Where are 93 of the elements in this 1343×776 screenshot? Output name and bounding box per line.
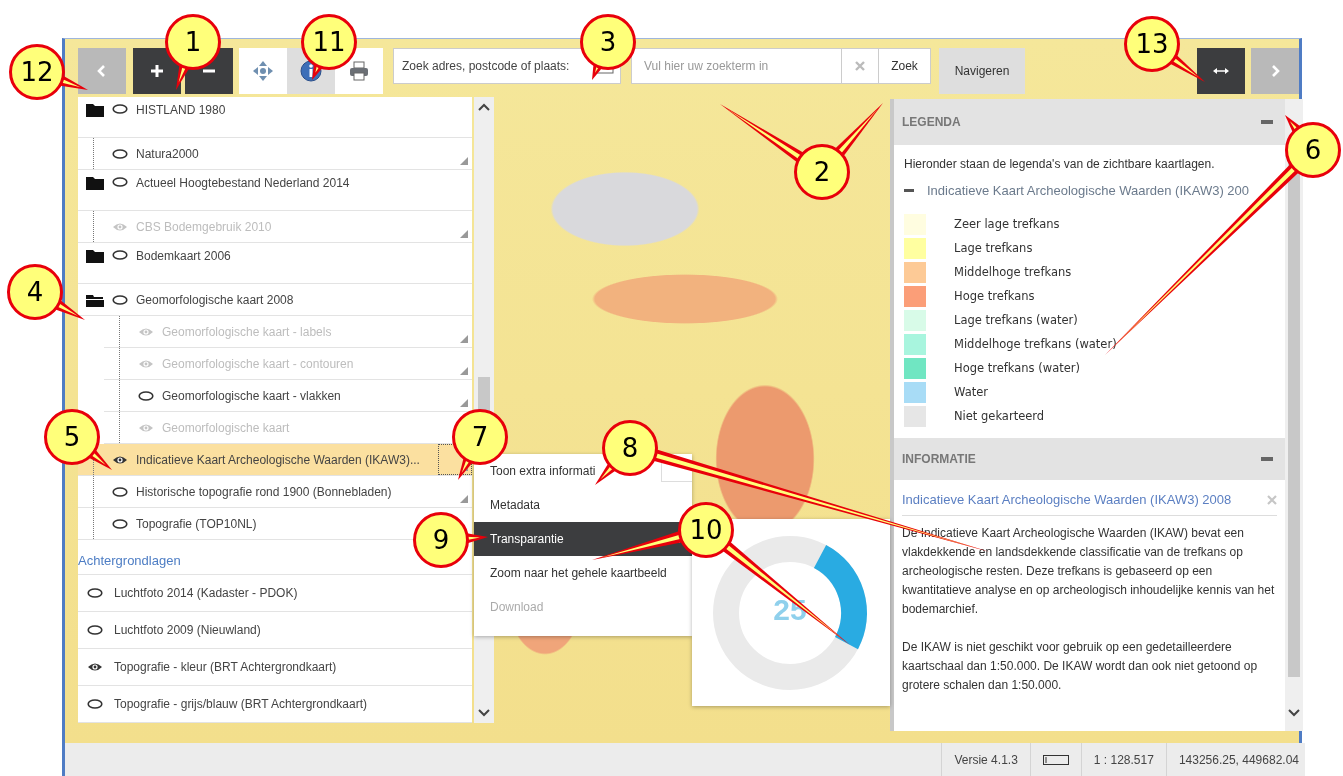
folder-icon[interactable] xyxy=(86,176,104,190)
layer-group-row[interactable]: HISTLAND 1980 xyxy=(78,97,472,138)
callout-tooltip: 5 xyxy=(44,409,100,465)
layer-name: Topografie (TOP10NL) xyxy=(136,516,257,531)
layer-row[interactable]: Indicatieve Kaart Archeologische Waarden (IKAW3)... xyxy=(78,444,472,476)
eye-outline-icon[interactable] xyxy=(112,485,128,498)
layer-name: Geomorfologische kaart - contouren xyxy=(162,356,354,371)
folder-icon[interactable] xyxy=(86,103,104,117)
legend-label: Middelhoge trefkans (water) xyxy=(954,337,1117,351)
chevron-up-icon[interactable] xyxy=(478,103,490,111)
legend-label: Lage trefkans (water) xyxy=(954,313,1078,327)
background-layer-row[interactable]: Topografie - kleur (BRT Achtergrondkaart) xyxy=(78,649,472,686)
chevron-down-icon[interactable] xyxy=(1288,709,1300,717)
layer-row[interactable]: Geomorfologische kaart - vlakken xyxy=(104,380,472,412)
callout-tooltip: 13 xyxy=(1124,16,1180,72)
legend-label: Hoge trefkans xyxy=(954,289,1035,303)
menu-item: Download xyxy=(489,599,545,616)
open-folder-icon[interactable] xyxy=(86,292,104,307)
layer-name: Historische topografie rond 1900 (Bonnebladen) xyxy=(136,484,392,499)
layer-row[interactable]: Historische topografie rond 1900 (Bonnebladen) xyxy=(78,476,472,508)
coordinates-label: 143256.25, 449682.04 xyxy=(1165,743,1305,776)
layer-name: CBS Bodemgebruik 2010 xyxy=(136,219,272,234)
legend-label: Hoge trefkans (water) xyxy=(954,361,1080,375)
eye-outline-icon[interactable] xyxy=(112,176,128,188)
legend-intro: Hieronder staan de legenda's van de zichtbare kaartlagen. xyxy=(903,156,1216,171)
layer-name: Geomorfologische kaart - labels xyxy=(162,324,332,339)
eye-outline-icon[interactable] xyxy=(138,389,154,402)
move-arrows-icon xyxy=(252,60,274,82)
eye-outline-icon[interactable] xyxy=(112,103,128,115)
layer-menu-icon[interactable] xyxy=(460,157,468,165)
layer-name: Bodemkaart 2006 xyxy=(136,249,231,263)
layer-name: Indicatieve Kaart Archeologische Waarden (IKAW3)... xyxy=(136,452,420,467)
panel-title: INFORMATIE xyxy=(902,452,976,466)
plus-icon xyxy=(150,64,164,78)
legend-label: Middelhoge trefkans xyxy=(954,265,1072,279)
eye-outline-icon[interactable] xyxy=(112,293,128,306)
legend-label: Lage trefkans xyxy=(954,241,1033,255)
layer-name: Topografie - kleur (BRT Achtergrondkaart) xyxy=(114,660,337,674)
info-paragraph: De IKAW is niet geschikt voor gebruik op een gedetailleerdere kaartschaal dan 1:50.000. De IKAW wordt dan ook niet getoond op grotere schalen dan 1:50.000. xyxy=(901,639,1259,694)
layer-menu-icon[interactable] xyxy=(460,399,468,407)
eye-outline-icon[interactable] xyxy=(112,147,128,160)
zoom-in-button[interactable] xyxy=(133,48,181,94)
eye-icon[interactable] xyxy=(87,661,103,673)
legend-group-title: Indicatieve Kaart Archeologische Waarden (IKAW3) 200 xyxy=(927,183,1250,198)
layer-group-row[interactable]: Geomorfologische kaart 2008 xyxy=(78,284,472,316)
menu-item[interactable]: Zoom naar het gehele kaartbeeld xyxy=(474,556,692,590)
callout-tooltip: 1 xyxy=(165,14,221,70)
toggle-width-button[interactable] xyxy=(1197,48,1245,94)
search-field[interactable]: Vul hier uw zoekterm in xyxy=(631,48,842,84)
callout-tooltip: 2 xyxy=(794,144,850,200)
scale-bar-icon xyxy=(1042,755,1069,765)
printer-icon xyxy=(348,60,370,82)
callout-tooltip: 11 xyxy=(301,14,357,70)
eye-outline-icon[interactable] xyxy=(112,517,128,530)
layer-name: Topografie - grijs/blauw (BRT Achtergrondkaart) xyxy=(114,697,367,711)
callout-tooltip: 6 xyxy=(1285,122,1341,178)
background-layer-row[interactable]: Luchtfoto 2009 (Nieuwland) xyxy=(78,612,472,649)
eye-outline-icon[interactable] xyxy=(87,624,103,636)
close-icon xyxy=(855,61,865,71)
pan-tool-button[interactable] xyxy=(239,48,287,94)
callout-tooltip: 3 xyxy=(580,14,636,70)
layer-name: Luchtfoto 2014 (Kadaster - PDOK) xyxy=(114,586,298,600)
eye-outline-icon[interactable] xyxy=(112,249,128,261)
version-label: Versie 4.1.3 xyxy=(941,743,1030,776)
layer-name: HISTLAND 1980 xyxy=(136,103,226,117)
panel-title: LEGENDA xyxy=(902,115,961,129)
layer-name: Actueel Hoogtebestand Nederland 2014 xyxy=(136,176,350,190)
callout-tooltip: 12 xyxy=(9,44,65,100)
eye-outline-icon[interactable] xyxy=(87,698,103,710)
info-layer-title: Indicatieve Kaart Archeologische Waarden (IKAW3) 2008 xyxy=(902,492,1232,507)
layer-name: Natura2000 xyxy=(136,146,199,161)
legend-label: Water xyxy=(954,385,988,399)
background-layer-row[interactable]: Topografie - grijs/blauw (BRT Achtergrondkaart) xyxy=(78,686,472,723)
search-button[interactable]: Zoek xyxy=(879,48,931,84)
folder-icon[interactable] xyxy=(86,249,104,263)
layer-menu-icon[interactable] xyxy=(460,495,468,503)
layer-group-row[interactable]: Bodemkaart 2006 xyxy=(78,243,472,284)
legend-label: Niet gekarteerd xyxy=(954,409,1045,423)
layer-row[interactable]: Natura2000 xyxy=(78,138,472,170)
callout-tooltip: 8 xyxy=(602,420,658,476)
background-layer-row[interactable]: Luchtfoto 2014 (Kadaster - PDOK) xyxy=(78,575,472,612)
layer-group-row[interactable]: Actueel Hoogtebestand Nederland 2014 xyxy=(78,170,472,211)
legend-label: Zeer lage trefkans xyxy=(954,217,1060,231)
eye-outline-icon[interactable] xyxy=(87,587,103,599)
layer-name: Geomorfologische kaart xyxy=(162,420,290,435)
layer-name: Luchtfoto 2009 (Nieuwland) xyxy=(114,623,261,637)
layer-name: Geomorfologische kaart 2008 xyxy=(136,292,294,307)
layer-name: Geomorfologische kaart - vlakken xyxy=(162,388,341,403)
chevron-down-icon[interactable] xyxy=(478,709,490,717)
double-arrow-icon xyxy=(1213,66,1229,76)
callout-tooltip: 4 xyxy=(7,264,63,320)
scale-label: 1 : 128.517 xyxy=(1080,743,1166,776)
navigate-button[interactable]: Navigeren xyxy=(939,48,1025,94)
